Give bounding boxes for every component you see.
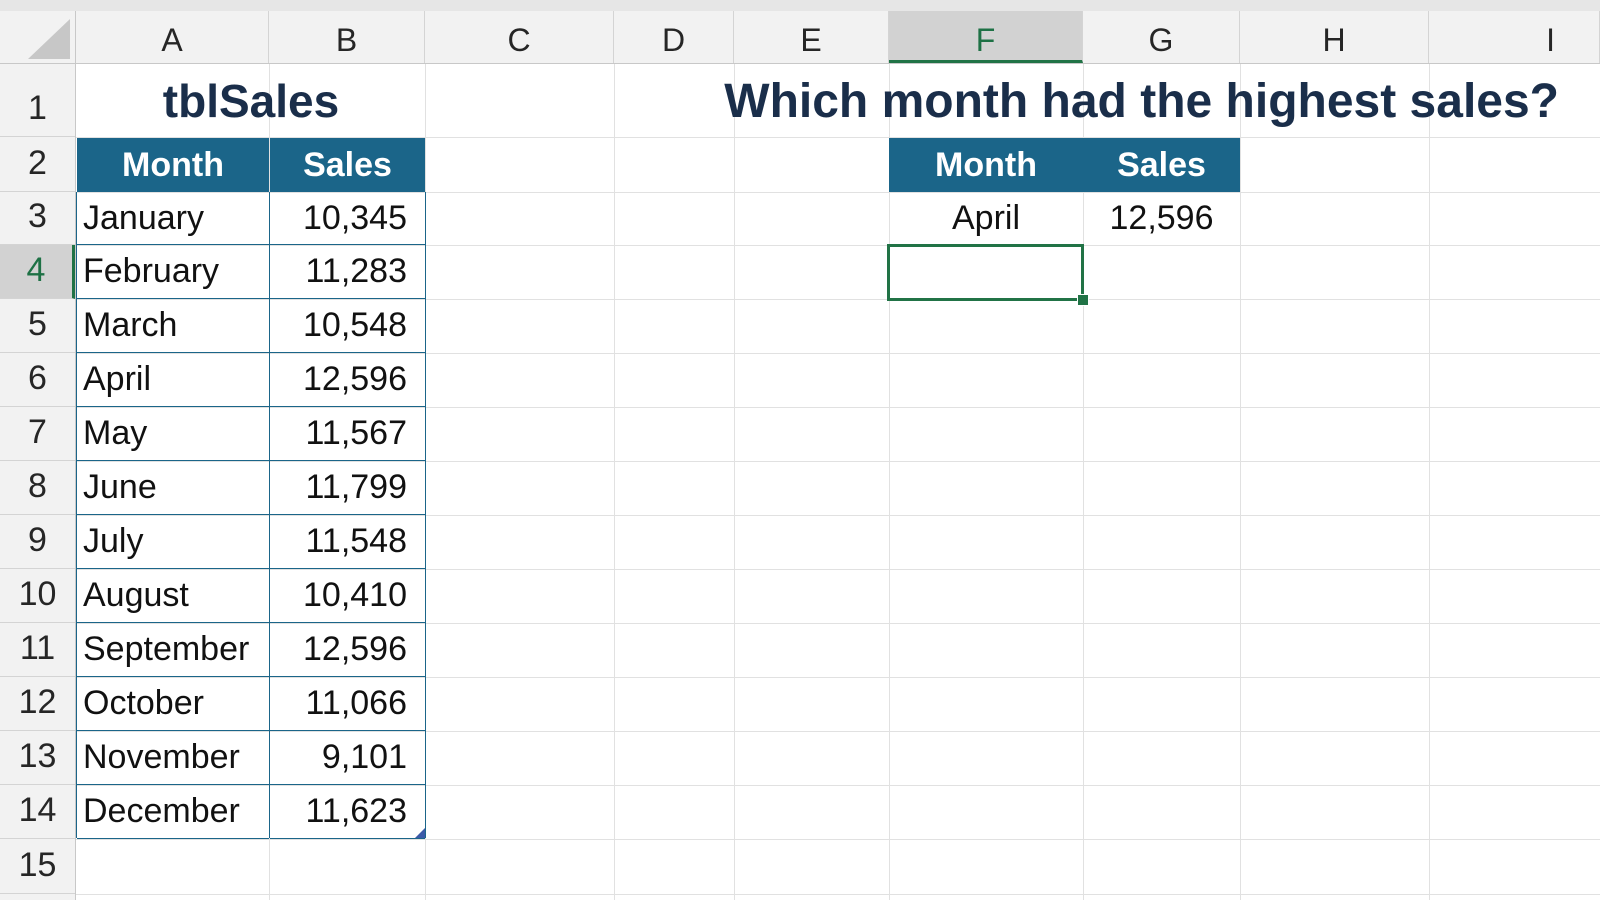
result-sales-cell[interactable]: 12,596 xyxy=(1083,192,1240,245)
table-cell-sales[interactable]: 11,799 xyxy=(270,461,425,515)
table-cell-sales[interactable]: 10,548 xyxy=(270,299,425,353)
row-header-1[interactable]: 1 xyxy=(0,64,75,137)
row-header-5[interactable]: 5 xyxy=(0,299,75,353)
result-month-cell[interactable]: April xyxy=(889,192,1083,245)
row-header-column: 1 2 3 4 5 6 7 8 9 10 11 12 13 14 15 xyxy=(0,64,76,900)
row-header-9[interactable]: 9 xyxy=(0,515,75,569)
table-cell-sales[interactable]: 11,548 xyxy=(270,515,425,569)
active-cell-f4[interactable] xyxy=(887,244,1084,301)
grid-line xyxy=(1240,64,1241,900)
grid-line xyxy=(76,839,1600,840)
row-header-13[interactable]: 13 xyxy=(0,731,75,785)
table-cell-month[interactable]: December xyxy=(77,785,269,839)
table-cell-month[interactable]: November xyxy=(77,731,269,785)
column-header-d[interactable]: D xyxy=(614,11,734,63)
column-header-c[interactable]: C xyxy=(425,11,614,63)
column-header-g[interactable]: G xyxy=(1083,11,1240,63)
table-cell-month[interactable]: February xyxy=(77,245,269,299)
table-cell-sales[interactable]: 11,567 xyxy=(270,407,425,461)
grid-line xyxy=(76,894,1600,895)
fill-handle[interactable] xyxy=(1077,294,1089,306)
table-cell-sales[interactable]: 11,066 xyxy=(270,677,425,731)
row-header-2[interactable]: 2 xyxy=(0,137,75,192)
result-header-month[interactable]: Month xyxy=(889,138,1083,192)
select-all-button[interactable] xyxy=(0,11,76,63)
table-title-cell[interactable]: tblSales xyxy=(77,65,425,137)
row-header-11[interactable]: 11 xyxy=(0,623,75,677)
table-cell-sales[interactable]: 10,410 xyxy=(270,569,425,623)
table-cell-month[interactable]: June xyxy=(77,461,269,515)
row-header-12[interactable]: 12 xyxy=(0,677,75,731)
table-cell-month[interactable]: April xyxy=(77,353,269,407)
row-header-8[interactable]: 8 xyxy=(0,461,75,515)
select-all-triangle-icon xyxy=(28,19,70,59)
table-cell-sales[interactable]: 12,596 xyxy=(270,353,425,407)
table-cell-month[interactable]: January xyxy=(77,192,269,245)
column-header-a[interactable]: A xyxy=(76,11,269,63)
table-cell-month[interactable]: May xyxy=(77,407,269,461)
column-header-i[interactable]: I xyxy=(1429,11,1600,63)
column-header-e[interactable]: E xyxy=(734,11,889,63)
window-top-strip xyxy=(0,0,1600,11)
table-cell-month[interactable]: March xyxy=(77,299,269,353)
table-header-month[interactable]: Month xyxy=(77,138,269,192)
row-header-10[interactable]: 10 xyxy=(0,569,75,623)
column-header-row: A B C D E F G H I xyxy=(0,11,1600,64)
table-cell-month[interactable]: September xyxy=(77,623,269,677)
table-cell-month[interactable]: October xyxy=(77,677,269,731)
column-header-f[interactable]: F xyxy=(889,11,1083,63)
column-header-h[interactable]: H xyxy=(1240,11,1429,63)
row-header-6[interactable]: 6 xyxy=(0,353,75,407)
table-resize-handle[interactable] xyxy=(415,828,425,838)
table-cell-sales[interactable]: 10,345 xyxy=(270,192,425,245)
table-cell-sales[interactable]: 11,283 xyxy=(270,245,425,299)
grid-line xyxy=(614,64,615,900)
table-cell-sales[interactable]: 12,596 xyxy=(270,623,425,677)
table-cell-month[interactable]: July xyxy=(77,515,269,569)
column-header-b[interactable]: B xyxy=(269,11,425,63)
table-cell-sales[interactable]: 11,623 xyxy=(270,785,425,839)
row-header-15[interactable]: 15 xyxy=(0,839,75,894)
table-cell-month[interactable]: August xyxy=(77,569,269,623)
grid-line xyxy=(1429,64,1430,900)
row-header-14[interactable]: 14 xyxy=(0,785,75,839)
result-header-sales[interactable]: Sales xyxy=(1083,138,1240,192)
table-header-sales[interactable]: Sales xyxy=(270,138,425,192)
grid-line xyxy=(734,64,735,900)
row-header-7[interactable]: 7 xyxy=(0,407,75,461)
table-cell-sales[interactable]: 9,101 xyxy=(270,731,425,785)
question-title-cell[interactable]: Which month had the highest sales? xyxy=(615,65,1559,137)
row-header-3[interactable]: 3 xyxy=(0,192,75,245)
row-header-4[interactable]: 4 xyxy=(0,245,75,299)
